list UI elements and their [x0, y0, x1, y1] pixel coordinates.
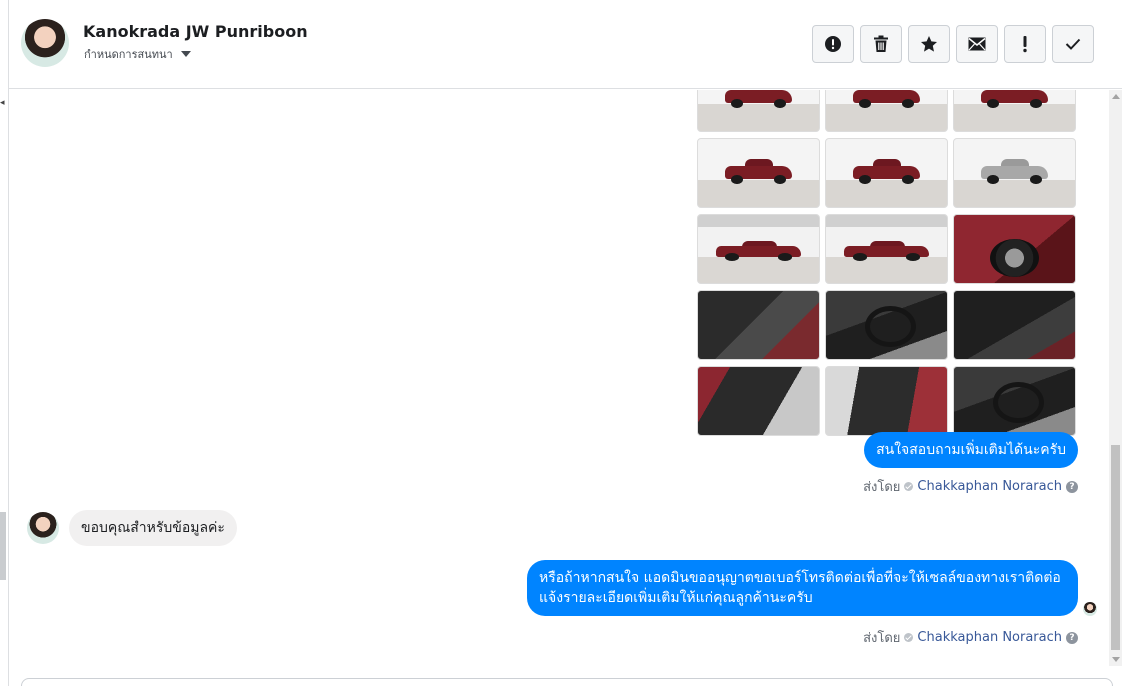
mark-unread-button[interactable] — [956, 25, 998, 63]
mark-done-button[interactable] — [1052, 25, 1094, 63]
sent-by-row: ส่งโดย Chakkaphan Norarach ? — [863, 476, 1078, 497]
agent-name-link[interactable]: Chakkaphan Norarach — [917, 630, 1062, 645]
delete-button[interactable] — [860, 25, 902, 63]
contact-avatar[interactable] — [21, 19, 69, 67]
car-photo-dashboard[interactable] — [953, 366, 1076, 436]
seen-receipt-avatar — [1083, 602, 1097, 616]
car-photo-truck-rear[interactable] — [953, 138, 1076, 208]
thread-scrollbar[interactable] — [1109, 90, 1122, 666]
message-bubble[interactable]: สนใจสอบถามเพิ่มเติมได้นะครับ — [864, 432, 1078, 468]
verified-check-icon — [904, 482, 914, 491]
car-photo-truck-rear[interactable] — [953, 90, 1076, 132]
outgoing-message: สนใจสอบถามเพิ่มเติมได้นะครับ — [864, 432, 1078, 468]
sent-by-row: ส่งโดย Chakkaphan Norarach ? — [863, 627, 1078, 648]
left-panel-edge: ◂ — [0, 0, 9, 686]
assign-conversation-label: กำหนดการสนทนา — [84, 48, 173, 61]
message-bubble[interactable]: ขอบคุณสำหรับข้อมูลค่ะ — [69, 510, 237, 546]
truck-image — [716, 240, 801, 262]
alert-circle-icon — [825, 36, 841, 52]
car-photo-truck-rear[interactable] — [697, 90, 820, 132]
car-photo-wheel[interactable] — [953, 214, 1076, 284]
agent-name-link[interactable]: Chakkaphan Norarach — [917, 479, 1062, 494]
car-photo-seats[interactable] — [825, 366, 948, 436]
photo-attachment-grid — [697, 90, 1076, 436]
verified-check-icon — [904, 633, 914, 642]
message-composer[interactable] — [21, 678, 1113, 686]
help-icon[interactable]: ? — [1066, 631, 1078, 644]
checkmark-icon — [1065, 38, 1081, 50]
truck-image — [852, 90, 921, 108]
truck-image — [980, 159, 1049, 184]
car-photo-gear-shift[interactable] — [953, 290, 1076, 360]
wheel-image — [990, 238, 1039, 277]
spam-button[interactable] — [812, 25, 854, 63]
contact-name[interactable]: Kanokrada JW Punriboon — [83, 22, 308, 41]
outgoing-message: หรือถ้าหากสนใจ แอดมินขออนุญาตขอเบอร์โทรต… — [527, 560, 1097, 616]
car-photo-truck-rear[interactable] — [697, 138, 820, 208]
car-photo-door-interior[interactable] — [697, 290, 820, 360]
car-photo-truck-side[interactable] — [697, 214, 820, 284]
caret-down-icon — [180, 51, 191, 57]
message-thread[interactable]: สนใจสอบถามเพิ่มเติมได้นะครับ ส่งโดย Chak… — [9, 90, 1109, 666]
follow-up-button[interactable] — [1004, 25, 1046, 63]
truck-image — [724, 90, 793, 108]
steering-wheel-image — [864, 305, 916, 347]
scroll-down-arrow-icon[interactable] — [1112, 657, 1120, 662]
star-button[interactable] — [908, 25, 950, 63]
left-scrollbar-thumb[interactable] — [0, 512, 6, 580]
exclamation-icon — [1023, 36, 1027, 53]
message-bubble[interactable]: หรือถ้าหากสนใจ แอดมินขออนุญาตขอเบอร์โทรต… — [527, 560, 1078, 616]
truck-image — [724, 159, 793, 184]
sent-by-label: ส่งโดย — [863, 480, 901, 495]
car-photo-truck-rear[interactable] — [825, 138, 948, 208]
scrollbar-thumb[interactable] — [1111, 445, 1120, 650]
incoming-message: ขอบคุณสำหรับข้อมูลค่ะ — [27, 510, 237, 546]
scroll-up-arrow-icon[interactable] — [1112, 94, 1120, 99]
truck-image — [980, 90, 1049, 108]
trash-icon — [874, 35, 888, 52]
messenger-inbox: ◂ Kanokrada JW Punriboon กำหนดการสนทนา ส… — [0, 0, 1122, 686]
truck-image — [852, 159, 921, 184]
conversation-header: Kanokrada JW Punriboon กำหนดการสนทนา — [9, 0, 1122, 89]
car-photo-dashboard[interactable] — [825, 290, 948, 360]
envelope-icon — [968, 37, 986, 51]
sent-by-label: ส่งโดย — [863, 631, 901, 646]
car-photo-truck-rear[interactable] — [825, 90, 948, 132]
help-icon[interactable]: ? — [1066, 480, 1078, 493]
steering-wheel-image — [992, 381, 1044, 423]
conversation-toolbar — [812, 25, 1094, 63]
collapse-arrow-icon[interactable]: ◂ — [0, 98, 5, 108]
car-photo-truck-side[interactable] — [825, 214, 948, 284]
car-photo-seats[interactable] — [697, 366, 820, 436]
contact-avatar-small[interactable] — [27, 512, 59, 544]
star-icon — [921, 36, 937, 52]
truck-image — [844, 240, 929, 262]
assign-conversation-dropdown[interactable]: กำหนดการสนทนา — [84, 45, 191, 63]
